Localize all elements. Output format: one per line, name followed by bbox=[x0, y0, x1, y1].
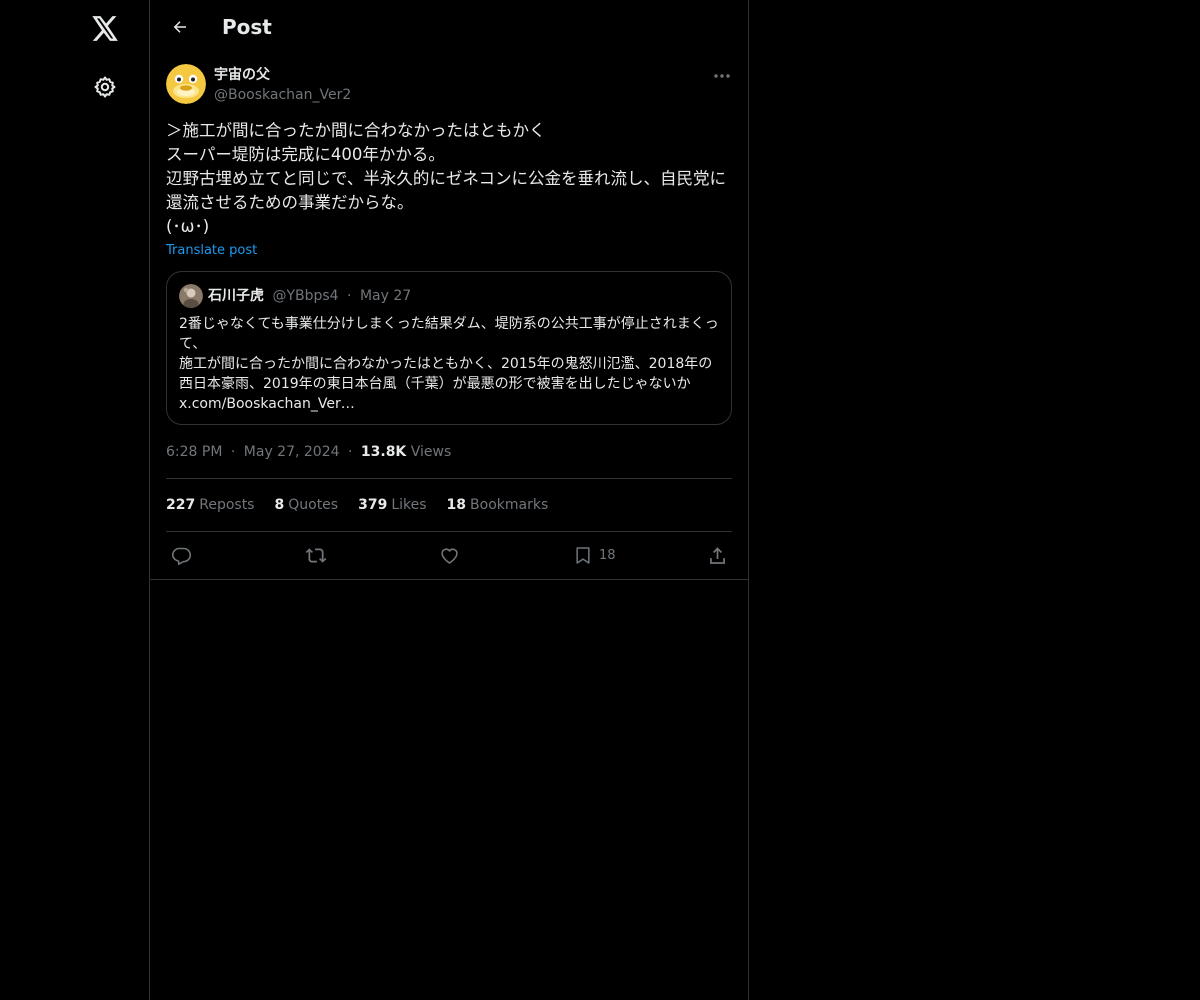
likes-label: Likes bbox=[391, 497, 427, 513]
share-button[interactable] bbox=[707, 542, 728, 568]
reposts-label: Reposts bbox=[199, 497, 255, 513]
likes-stat[interactable]: 379 Likes bbox=[358, 495, 426, 515]
meta-separator: · bbox=[347, 444, 353, 460]
repost-button[interactable] bbox=[305, 542, 327, 568]
post-time[interactable]: 6:28 PM bbox=[166, 444, 222, 460]
quote-avatar bbox=[179, 284, 203, 308]
left-nav bbox=[0, 0, 149, 1000]
bookmark-icon bbox=[576, 546, 590, 564]
arrow-left-icon bbox=[173, 21, 186, 33]
views-count: 13.8K bbox=[360, 444, 407, 460]
share-icon bbox=[710, 546, 725, 564]
reposts-stat[interactable]: 227 Reposts bbox=[166, 495, 254, 515]
post-meta: 6:28 PM · May 27, 2024 · 13.8K Views bbox=[166, 442, 451, 462]
quote-text: 2番じゃなくても事業仕分けしまくった結果ダム、堤防系の公共工事が停止されまくって… bbox=[179, 316, 719, 412]
quote-header: 石川子虎 @YBbps4 · May 27 bbox=[208, 286, 411, 306]
bookmarks-count: 18 bbox=[446, 497, 467, 513]
more-options-button[interactable] bbox=[706, 62, 738, 90]
quotes-stat[interactable]: 8 Quotes bbox=[274, 495, 338, 515]
views-label: Views bbox=[410, 444, 452, 460]
likes-count: 379 bbox=[358, 497, 388, 513]
gear-icon[interactable] bbox=[85, 67, 125, 107]
quotes-count: 8 bbox=[274, 497, 285, 513]
heart-icon bbox=[441, 548, 458, 564]
back-button[interactable] bbox=[162, 9, 198, 45]
main-column: Post 宇宙の父 @Booskachan_Ver2 ＞施工が間に合ったか間に合… bbox=[149, 0, 749, 1000]
translate-post-link[interactable]: Translate post bbox=[166, 241, 257, 261]
bookmarks-stat[interactable]: 18 Bookmarks bbox=[447, 495, 549, 515]
meta-separator: · bbox=[230, 444, 236, 460]
post-date[interactable]: May 27, 2024 bbox=[244, 444, 340, 460]
reposts-count: 227 bbox=[166, 497, 196, 513]
bookmark-button[interactable]: 18 bbox=[573, 542, 616, 568]
page-title: Post bbox=[222, 15, 272, 39]
bookmark-count: 18 bbox=[599, 547, 616, 563]
quote-handle: @YBbps4 bbox=[272, 288, 339, 304]
x-logo-icon[interactable] bbox=[85, 8, 125, 48]
quotes-label: Quotes bbox=[288, 497, 339, 513]
post-stats: 227 Reposts 8 Quotes 379 Likes 18 Bookmarks bbox=[166, 495, 568, 515]
more-icon bbox=[714, 74, 730, 78]
quoted-post[interactable]: 石川子虎 @YBbps4 · May 27 2番じゃなくても事業仕分けしまくった… bbox=[166, 271, 732, 425]
action-bar: 18 bbox=[150, 532, 748, 578]
post-text: ＞施工が間に合ったか間に合わなかったはともかく スーパー堤防は完成に400年かか… bbox=[166, 121, 727, 236]
quote-display-name: 石川子虎 bbox=[208, 288, 264, 304]
reply-icon bbox=[171, 547, 192, 565]
author-handle[interactable]: @Booskachan_Ver2 bbox=[214, 85, 351, 105]
divider bbox=[166, 478, 732, 479]
quote-separator: · bbox=[347, 288, 352, 304]
repost-icon bbox=[305, 547, 327, 563]
reply-button[interactable] bbox=[171, 542, 192, 568]
avatar[interactable] bbox=[166, 64, 206, 104]
like-button[interactable] bbox=[439, 542, 460, 568]
divider bbox=[150, 579, 748, 580]
author-display-name[interactable]: 宇宙の父 bbox=[214, 65, 270, 85]
bookmarks-label: Bookmarks bbox=[470, 497, 549, 513]
post-header: Post bbox=[150, 0, 748, 54]
quote-date: May 27 bbox=[359, 288, 412, 304]
